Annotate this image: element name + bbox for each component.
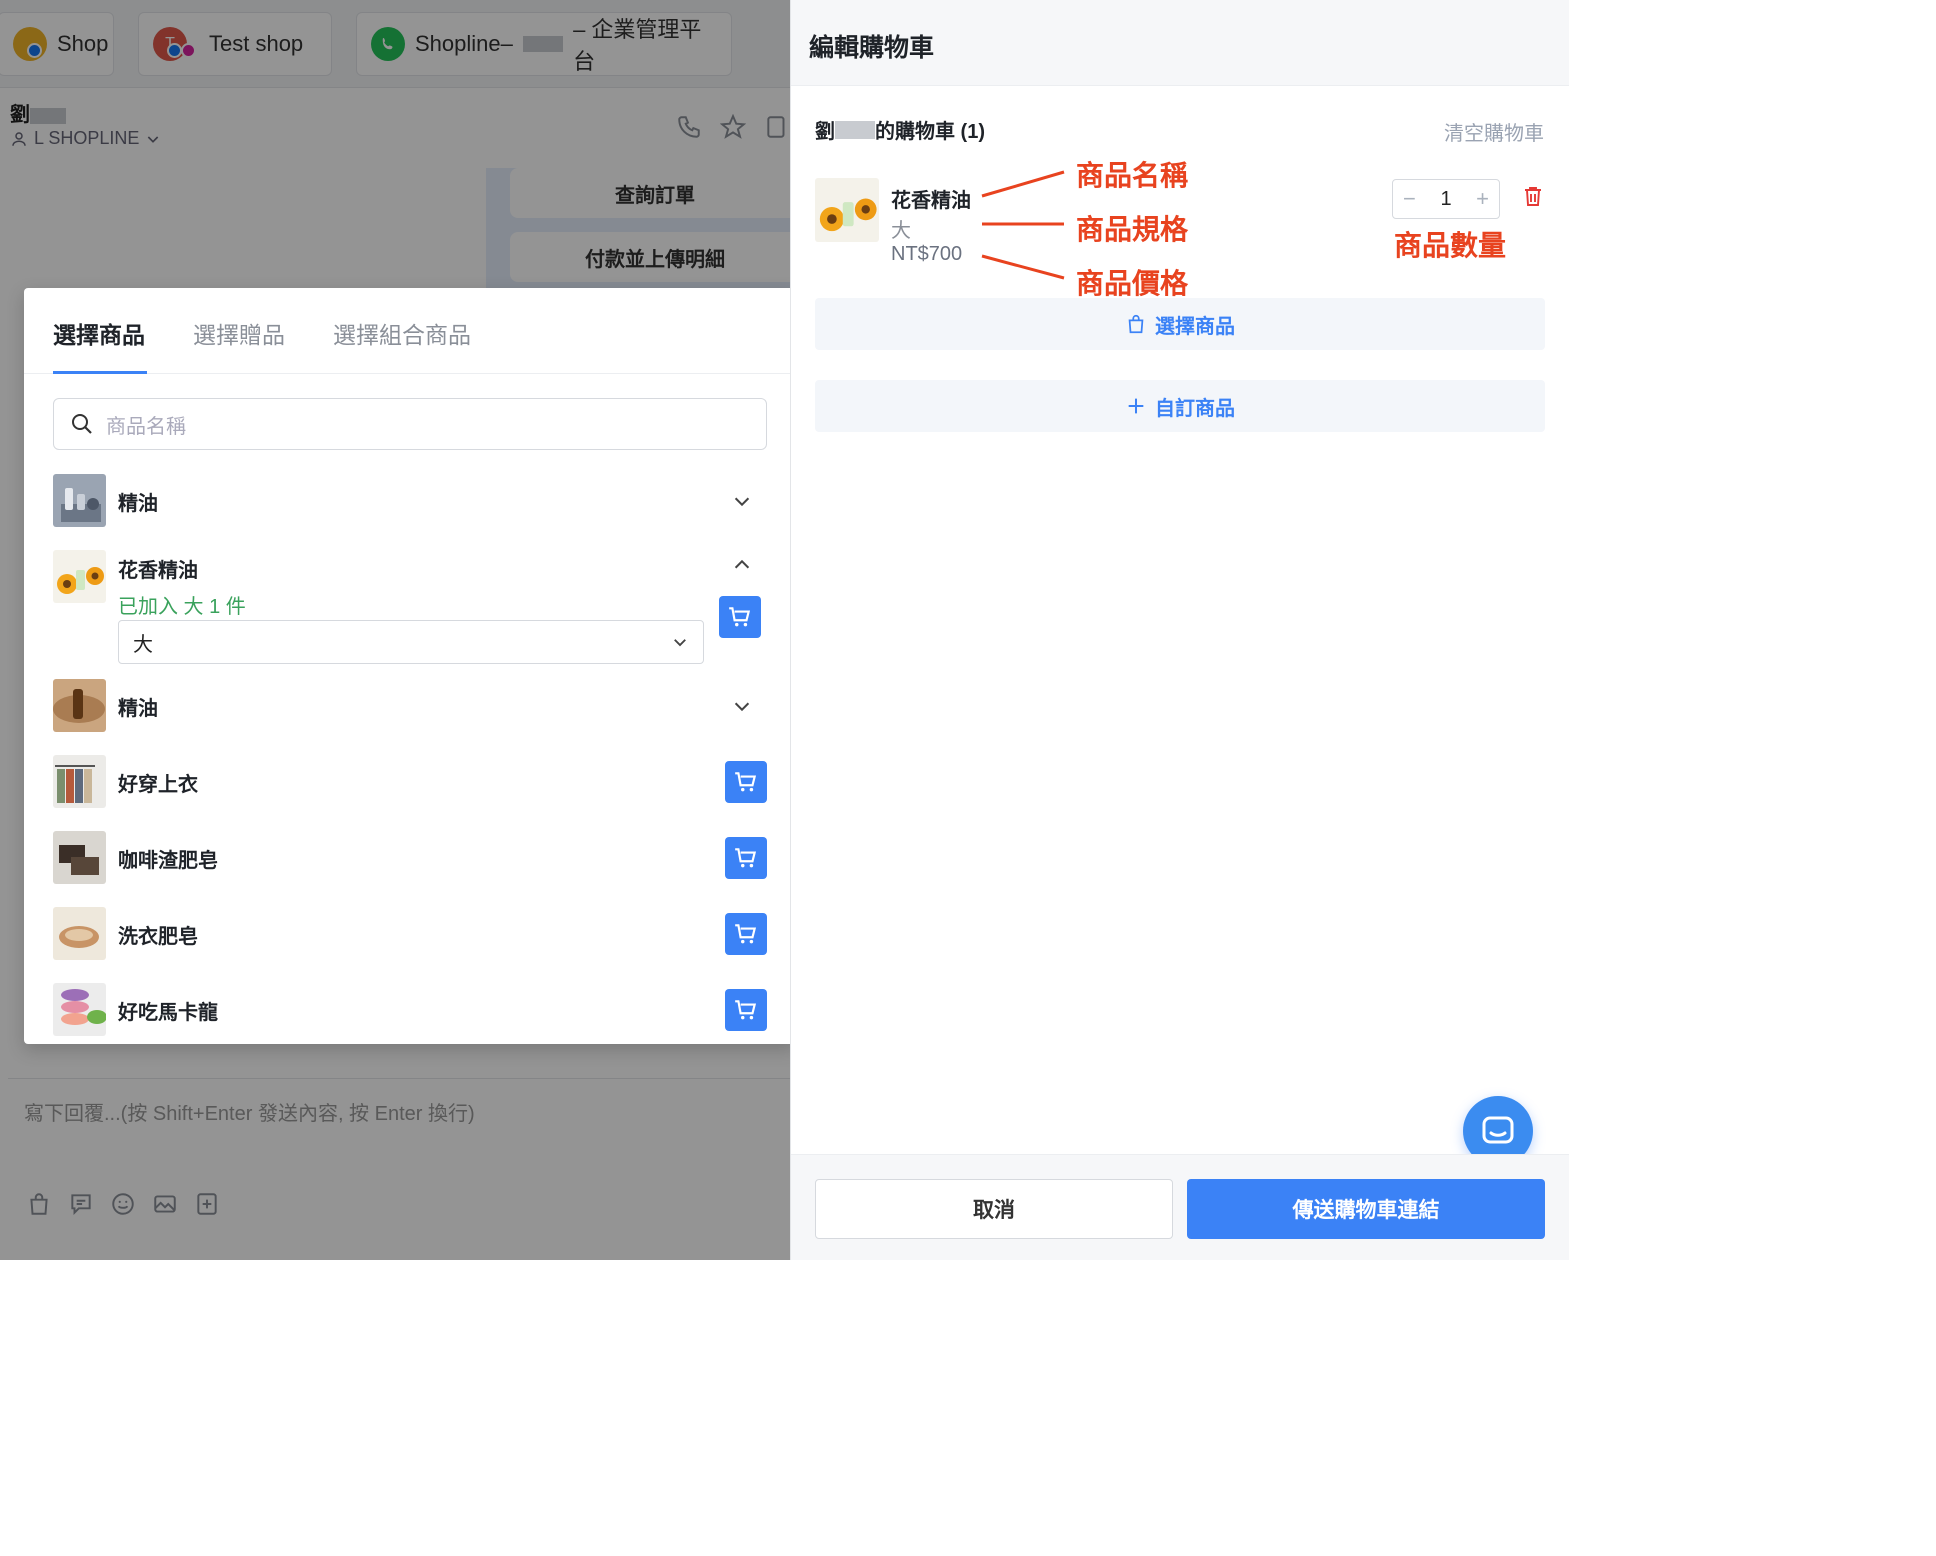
custom-product-button[interactable]: 自訂商品 bbox=[815, 380, 1545, 432]
select-product-button[interactable]: 選擇商品 bbox=[815, 298, 1545, 350]
picker-tabs: 選擇商品 選擇贈品 選擇組合商品 bbox=[24, 288, 796, 374]
cancel-button[interactable]: 取消 bbox=[815, 1179, 1173, 1239]
delete-icon[interactable] bbox=[1521, 184, 1545, 208]
cart-icon bbox=[735, 772, 757, 792]
decrease-button[interactable]: − bbox=[1403, 186, 1416, 212]
plus-icon bbox=[1128, 398, 1144, 414]
product-name: 花香精油 bbox=[118, 560, 198, 582]
chevron-down-icon[interactable] bbox=[731, 490, 753, 512]
product-thumbnail bbox=[53, 679, 106, 732]
edit-cart-panel: 編輯購物車 劉 的購物車 (1) 清空購物車 花香精油 大 NT$700 − 1… bbox=[790, 0, 1569, 1260]
product-thumbnail bbox=[53, 831, 106, 884]
tab-select-gift[interactable]: 選擇贈品 bbox=[193, 316, 285, 350]
annotation-product-price: 商品價格 bbox=[1076, 268, 1189, 299]
product-name: 精油 bbox=[118, 698, 158, 720]
panel-header: 編輯購物車 bbox=[791, 0, 1569, 86]
add-to-cart-button[interactable] bbox=[725, 989, 767, 1031]
add-to-cart-button[interactable] bbox=[725, 837, 767, 879]
product-thumbnail bbox=[53, 907, 106, 960]
product-name: 咖啡渣肥皂 bbox=[118, 850, 218, 872]
add-to-cart-button[interactable] bbox=[725, 761, 767, 803]
chevron-up-icon[interactable] bbox=[731, 554, 753, 576]
clear-cart-button[interactable]: 清空購物車 bbox=[1444, 117, 1544, 146]
product-search-input[interactable]: 商品名稱 bbox=[53, 398, 767, 450]
cart-item-name: 花香精油 bbox=[891, 190, 971, 212]
product-row-expanded[interactable]: 花香精油 已加入 大 1 件 大 bbox=[53, 550, 767, 670]
redacted-block bbox=[835, 120, 875, 139]
increase-button[interactable]: + bbox=[1476, 186, 1489, 212]
cart-icon bbox=[729, 607, 751, 627]
product-name: 洗衣肥皂 bbox=[118, 926, 198, 948]
send-cart-link-button[interactable]: 傳送購物車連結 bbox=[1187, 1179, 1545, 1239]
tab-select-bundle[interactable]: 選擇組合商品 bbox=[333, 316, 471, 350]
annotation-product-name: 商品名稱 bbox=[1076, 160, 1189, 191]
shopping-bag-icon bbox=[1128, 314, 1144, 334]
added-to-cart-note: 已加入 大 1 件 bbox=[118, 596, 246, 618]
custom-product-label: 自訂商品 bbox=[1155, 397, 1235, 420]
cart-icon bbox=[735, 848, 757, 868]
product-row[interactable]: 好穿上衣 bbox=[53, 755, 767, 809]
annotation-product-spec: 商品規格 bbox=[1076, 214, 1189, 245]
product-name: 好吃馬卡龍 bbox=[118, 1002, 218, 1024]
tab-select-product[interactable]: 選擇商品 bbox=[53, 316, 145, 350]
search-icon bbox=[72, 414, 92, 434]
product-thumbnail bbox=[53, 755, 106, 808]
product-name: 精油 bbox=[118, 493, 158, 515]
chevron-down-icon bbox=[674, 639, 686, 647]
product-thumbnail bbox=[53, 983, 106, 1036]
cart-icon bbox=[735, 924, 757, 944]
quantity-stepper: − 1 + bbox=[1392, 179, 1500, 219]
product-thumbnail bbox=[53, 474, 106, 527]
add-to-cart-button[interactable] bbox=[725, 913, 767, 955]
product-row[interactable]: 咖啡渣肥皂 bbox=[53, 831, 767, 885]
product-row[interactable]: 洗衣肥皂 bbox=[53, 907, 767, 961]
quantity-value[interactable]: 1 bbox=[1440, 188, 1451, 211]
product-row[interactable]: 精油 bbox=[53, 679, 767, 733]
add-to-cart-button[interactable] bbox=[719, 596, 761, 638]
panel-footer: 取消 傳送購物車連結 bbox=[791, 1154, 1569, 1260]
cart-item-spec: 大 bbox=[891, 220, 911, 242]
chat-bubble-icon bbox=[1482, 1116, 1514, 1144]
spec-select-value: 大 bbox=[133, 633, 153, 656]
spec-select[interactable]: 大 bbox=[118, 620, 704, 664]
search-placeholder: 商品名稱 bbox=[106, 415, 186, 438]
cart-item-thumbnail bbox=[815, 178, 879, 242]
annotation-product-quantity: 商品數量 bbox=[1394, 230, 1507, 261]
select-product-label: 選擇商品 bbox=[1155, 315, 1235, 338]
product-name: 好穿上衣 bbox=[118, 774, 198, 796]
cart-icon bbox=[735, 1000, 757, 1020]
product-thumbnail bbox=[53, 550, 106, 603]
active-tab-indicator bbox=[53, 371, 147, 374]
cart-item-price: NT$700 bbox=[891, 243, 963, 265]
product-row[interactable]: 精油 bbox=[53, 474, 767, 528]
cart-owner-name: 劉 bbox=[815, 121, 835, 143]
cart-owner-suffix: 的購物車 (1) bbox=[875, 121, 985, 143]
product-row[interactable]: 好吃馬卡龍 bbox=[53, 983, 767, 1037]
cart-owner-label: 劉 的購物車 (1) bbox=[815, 115, 985, 144]
panel-title: 編輯購物車 bbox=[809, 34, 935, 62]
chevron-down-icon[interactable] bbox=[731, 695, 753, 717]
product-picker-popover: 選擇商品 選擇贈品 選擇組合商品 商品名稱 精油 花香精油 已加入 大 1 件 … bbox=[24, 288, 796, 1044]
